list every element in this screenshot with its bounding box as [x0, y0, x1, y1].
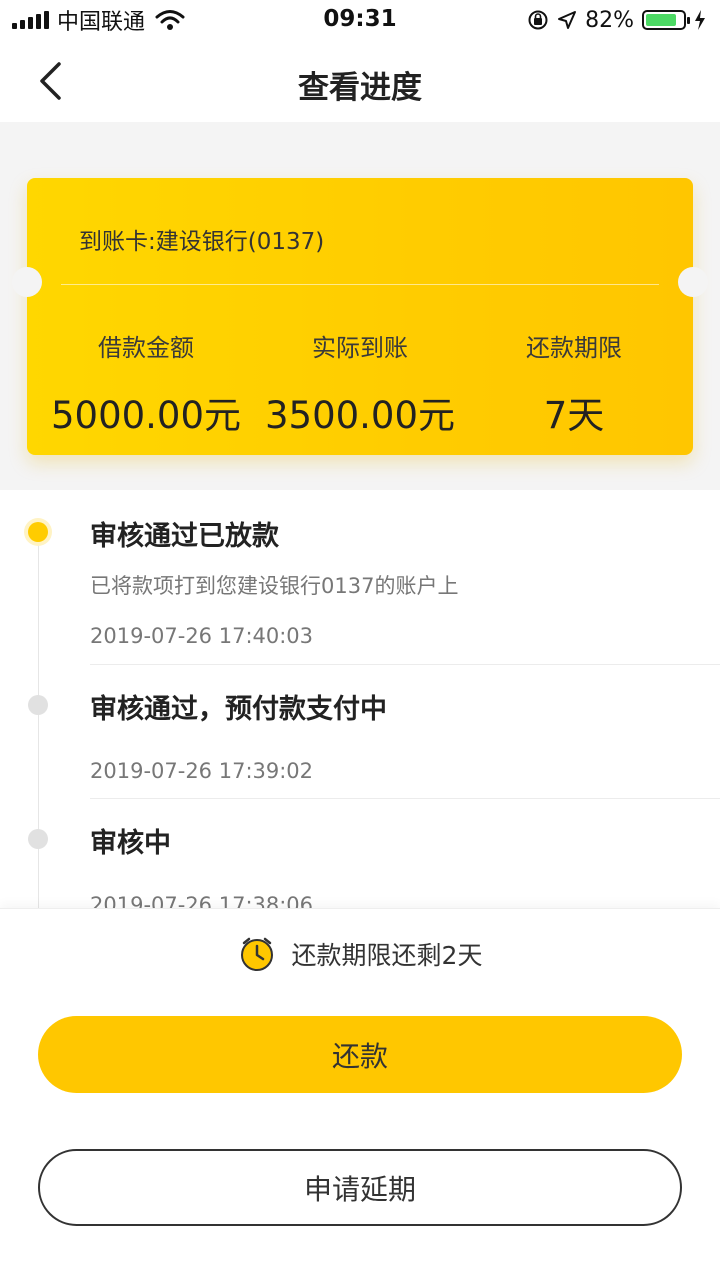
stat-label: 实际到账 [312, 334, 408, 362]
battery-icon [642, 10, 690, 30]
progress-timeline: 审核通过已放款 已将款项打到您建设银行0137的账户上 2019-07-26 1… [0, 490, 720, 908]
remaining-days: 还款期限还剩2天 [0, 935, 720, 973]
loan-amount-stat: 借款金额 5000.00元 [35, 328, 257, 439]
stat-label: 借款金额 [98, 334, 194, 362]
apply-extension-button[interactable]: 申请延期 [38, 1149, 682, 1226]
stat-value: 3500.00元 [264, 394, 455, 437]
timeline-dot [28, 695, 48, 715]
receiving-card-label: 到账卡:建设银行(0137) [79, 229, 325, 255]
timeline-time: 2019-07-26 17:38:06 [90, 893, 314, 908]
stat-value: 5000.00元 [50, 394, 241, 437]
repayment-term-stat: 还款期限 7天 [463, 328, 685, 439]
status-bar: 中国联通 09:31 82% [0, 0, 720, 40]
stat-value: 7天 [543, 394, 605, 437]
battery-level [646, 14, 676, 26]
timeline-desc: 已将款项打到您建设银行0137的账户上 [90, 574, 459, 598]
card-area: 到账卡:建设银行(0137) 借款金额 5000.00元 实际到账 3500.0… [0, 122, 720, 490]
location-arrow-icon [558, 11, 577, 29]
remaining-text: 还款期限还剩2天 [291, 941, 483, 970]
timeline-dot [28, 829, 48, 849]
charging-bolt-icon [695, 10, 705, 30]
timeline-dot-active [28, 522, 48, 542]
stat-label: 还款期限 [526, 334, 622, 362]
actual-received-stat: 实际到账 3500.00元 [249, 328, 471, 439]
rotation-lock-icon [528, 10, 548, 30]
timeline-line [38, 534, 39, 908]
timeline-title: 审核通过已放款 [90, 521, 279, 552]
timeline-title: 审核中 [90, 828, 171, 859]
timeline-separator [90, 798, 720, 799]
timeline-time: 2019-07-26 17:40:03 [90, 624, 314, 648]
card-notch-left [12, 267, 42, 297]
page-title: 查看进度 [298, 70, 422, 106]
battery-percent: 82% [585, 7, 634, 33]
timeline-title: 审核通过，预付款支付中 [90, 694, 387, 725]
status-right: 82% [527, 6, 706, 34]
timeline-time: 2019-07-26 17:39:02 [90, 759, 314, 783]
card-divider [61, 284, 659, 285]
nav-bar: 查看进度 [0, 40, 720, 122]
alarm-clock-icon [240, 937, 273, 971]
repay-button[interactable]: 还款 [38, 1016, 682, 1093]
timeline-separator [90, 664, 720, 665]
loan-card: 到账卡:建设银行(0137) 借款金额 5000.00元 实际到账 3500.0… [12, 178, 708, 455]
card-notch-right [678, 267, 708, 297]
bottom-panel: 还款期限还剩2天 还款 申请延期 [0, 908, 720, 1281]
